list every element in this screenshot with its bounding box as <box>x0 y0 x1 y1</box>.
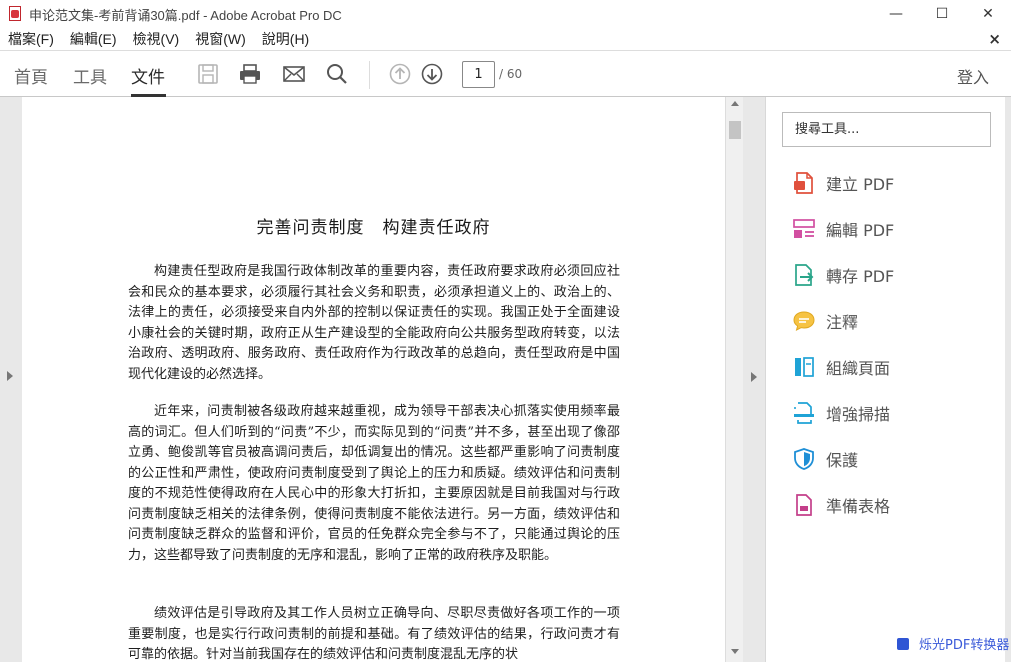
tab-home[interactable]: 首頁 <box>14 63 48 88</box>
comment-icon <box>793 311 815 331</box>
tool-enhance-scans[interactable]: 增強掃描 <box>792 399 890 427</box>
tool-label: 準備表格 <box>826 497 891 516</box>
tab-document[interactable]: 文件 <box>131 63 165 88</box>
minimize-button[interactable]: — <box>873 0 919 28</box>
document-paragraph: 构建责任型政府是我国行政体制改革的重要内容，责任政府要求政府必须回应社会和民众的… <box>128 264 620 382</box>
menu-window[interactable]: 視窗(W) <box>187 29 254 49</box>
menu-bar: 檔案(F) 編輯(E) 檢視(V) 視窗(W) 說明(H) × <box>0 28 1011 50</box>
document-paragraph: 绩效评估是引导政府及其工作人员树立正确导向、尽职尽责做好各项工作的一项重要制度，… <box>128 606 620 662</box>
tool-protect[interactable]: 保護 <box>792 445 858 473</box>
tool-label: 編輯 PDF <box>826 221 895 240</box>
tool-label: 注釋 <box>826 313 859 332</box>
menu-help[interactable]: 說明(H) <box>254 29 317 49</box>
document-view[interactable]: 完善问责制度 构建责任政府 构建责任型政府是我国行政体制改革的重要内容，责任政府… <box>22 97 725 662</box>
tools-pane: 搜尋工具... 建立 PDF 編輯 PDF 轉存 PDF 注釋 組織頁面 增強掃… <box>765 97 1005 662</box>
protect-icon <box>794 448 814 470</box>
page-up-icon[interactable] <box>389 63 411 85</box>
search-tools-input[interactable]: 搜尋工具... <box>782 112 991 147</box>
tool-label: 轉存 PDF <box>826 267 895 286</box>
toolbar-divider <box>369 61 370 89</box>
export-pdf-icon <box>795 264 814 286</box>
window-title: 申论范文集-考前背诵30篇.pdf - Adobe Acrobat Pro DC <box>29 7 342 23</box>
expand-left-panel-icon[interactable] <box>7 371 13 381</box>
search-icon[interactable] <box>326 63 348 85</box>
close-document-button[interactable]: × <box>988 30 1001 48</box>
create-pdf-icon <box>794 172 813 194</box>
print-icon[interactable] <box>239 63 261 85</box>
enhance-scan-icon <box>794 402 814 424</box>
tool-comment[interactable]: 注釋 <box>792 307 858 335</box>
acrobat-pdf-icon <box>7 6 23 22</box>
document-heading: 完善问责制度 构建责任政府 <box>256 218 491 238</box>
menu-edit[interactable]: 編輯(E) <box>62 29 125 49</box>
tab-tools[interactable]: 工具 <box>73 63 107 88</box>
menu-file[interactable]: 檔案(F) <box>0 29 62 49</box>
scroll-down-arrow-icon[interactable] <box>731 649 739 654</box>
watermark-text: 烁光PDF转换器 <box>919 638 1010 653</box>
tool-edit-pdf[interactable]: 編輯 PDF <box>792 215 894 243</box>
email-icon[interactable] <box>283 63 305 85</box>
organize-pages-icon <box>795 357 814 377</box>
watermark-logo-icon <box>897 637 909 650</box>
page-down-icon[interactable] <box>421 63 443 85</box>
tool-create-pdf[interactable]: 建立 PDF <box>792 169 894 197</box>
login-button[interactable]: 登入 <box>957 64 989 88</box>
menu-view[interactable]: 檢視(V) <box>125 29 188 49</box>
maximize-button[interactable]: ☐ <box>919 0 965 28</box>
prepare-form-icon <box>796 494 812 516</box>
page-total: / 60 <box>499 67 523 81</box>
watermark: 烁光PDF转换器 <box>897 634 1009 653</box>
edit-pdf-icon <box>793 219 815 238</box>
tool-label: 增強掃描 <box>826 405 891 424</box>
tool-label: 保護 <box>826 451 859 470</box>
scrollbar-thumb[interactable] <box>729 121 741 139</box>
left-nav-panel[interactable] <box>0 97 22 662</box>
tool-prepare-form[interactable]: 準備表格 <box>792 491 890 519</box>
tool-export-pdf[interactable]: 轉存 PDF <box>792 261 894 289</box>
vertical-scrollbar[interactable] <box>725 97 743 662</box>
window-controls: — ☐ ✕ <box>873 0 1011 28</box>
toolbar: 首頁 工具 文件 1 / 60 登入 <box>0 50 1011 97</box>
close-button[interactable]: ✕ <box>965 0 1011 28</box>
save-icon[interactable] <box>197 63 219 85</box>
right-edge-strip <box>1005 97 1011 662</box>
scroll-up-arrow-icon[interactable] <box>731 101 739 106</box>
right-pane-toggle[interactable] <box>743 97 765 662</box>
page-number-input[interactable]: 1 <box>462 61 495 88</box>
document-paragraph: 近年来，问责制被各级政府越来越重视，成为领导干部表决心抓落实使用频率最高的词汇。… <box>128 404 620 563</box>
collapse-right-pane-icon[interactable] <box>751 372 757 382</box>
title-bar: 申论范文集-考前背诵30篇.pdf - Adobe Acrobat Pro DC… <box>0 0 1011 28</box>
tool-organize-pages[interactable]: 組織頁面 <box>792 353 890 381</box>
tool-label: 組織頁面 <box>826 359 891 378</box>
tool-label: 建立 PDF <box>826 175 895 194</box>
